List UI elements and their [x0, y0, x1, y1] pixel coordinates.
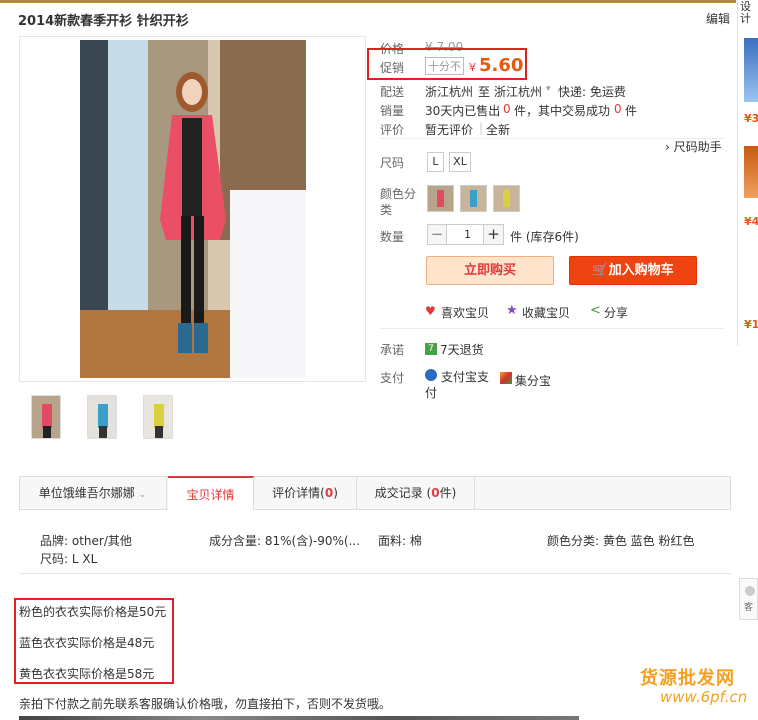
top-color-bar: [0, 0, 736, 3]
size-helper-link[interactable]: › 尺码助手: [665, 138, 722, 155]
attr-sizes: 尺码: L XL: [40, 552, 98, 566]
tab-transactions-unit: 件: [439, 486, 452, 500]
jifenbao-icon: [500, 372, 512, 384]
express-fee: 快递: 免运费: [558, 85, 626, 99]
buy-now-button[interactable]: 立即购买: [426, 256, 554, 285]
attr-colors: 颜色分类: 黄色 蓝色 粉红色: [547, 534, 695, 548]
review-none-link[interactable]: 暂无评价: [425, 121, 473, 138]
tab-reviews[interactable]: 评价详情(0): [254, 476, 357, 510]
tab-shop-name[interactable]: 单位饿维吾尔娜娜 ⌄: [19, 476, 167, 510]
return-policy-link[interactable]: 7天退货: [440, 341, 484, 358]
size-label: 尺码: [380, 156, 405, 170]
sales-sold-count: 0: [503, 102, 511, 116]
watermark-title: 货源批发网: [640, 668, 735, 689]
note-blue-price: 蓝色衣衣实际价格是48元: [19, 636, 155, 650]
attr-material: 面料: 棉: [378, 534, 422, 548]
review-divider: |: [479, 121, 484, 135]
rail-product-image-2[interactable]: [744, 146, 758, 198]
note-yellow-price: 黄色衣衣实际价格是58元: [19, 667, 155, 681]
payment-label: 支付: [380, 371, 405, 385]
stock-info: 件 (库存6件): [510, 230, 579, 244]
rail-price-3: ¥1: [744, 318, 758, 331]
review-label: 评价: [380, 123, 405, 137]
tab-shop-label: 单位饿维吾尔娜娜: [38, 486, 135, 500]
heart-icon: ♥: [425, 304, 436, 318]
like-link[interactable]: 喜欢宝贝: [441, 304, 489, 321]
add-to-cart-button[interactable]: 🛒加入购物车: [569, 256, 697, 285]
shipping-label: 配送: [380, 85, 405, 99]
jifenbao-text[interactable]: 集分宝: [515, 372, 551, 389]
thumbnail-pink[interactable]: [31, 395, 61, 439]
cart-icon: 🛒: [592, 263, 609, 278]
edit-link[interactable]: 编辑: [706, 10, 730, 27]
chevron-down-icon: ⌄: [138, 490, 147, 500]
rail-price-1: ¥3: [744, 112, 758, 125]
rail-price-2: ¥4: [744, 215, 758, 228]
ship-to-word: 至: [478, 85, 491, 99]
thumbnail-yellow[interactable]: [143, 395, 173, 439]
size-helper-label: 尺码助手: [673, 140, 722, 154]
discount-tag: 十分不: [425, 57, 464, 75]
size-option-xl[interactable]: XL: [449, 152, 471, 172]
sales-success-count: 0: [614, 102, 622, 116]
sales-text-c: 件: [625, 104, 638, 118]
currency-symbol: ¥: [469, 61, 476, 74]
alipay-text[interactable]: 支付宝支付: [425, 369, 495, 401]
description-image-strip: [19, 716, 579, 720]
quantity-plus-button[interactable]: +: [483, 224, 504, 245]
ship-to-select[interactable]: 浙江杭州: [494, 83, 542, 100]
note-pink-price: 粉色的衣衣实际价格是50元: [19, 605, 167, 619]
quantity-input[interactable]: 1: [447, 224, 483, 245]
chevron-down-icon: ▾: [546, 84, 551, 94]
review-all-link[interactable]: 全新: [486, 121, 510, 138]
star-icon: ★: [506, 303, 518, 318]
favorite-link[interactable]: 收藏宝贝: [522, 304, 570, 321]
color-option-pink[interactable]: [427, 185, 454, 212]
tab-transactions-count: 0: [431, 486, 440, 500]
tab-item-details[interactable]: 宝贝详情: [168, 476, 254, 510]
page-title: 2014新款春季开衫 针织开衫: [18, 14, 189, 29]
promo-label: 促销: [380, 61, 405, 75]
divider: [380, 328, 725, 329]
rail-top-text: 设计: [740, 0, 751, 25]
color-option-yellow[interactable]: [493, 185, 520, 212]
service-icon: [745, 586, 755, 596]
color-label: 颜色分类: [380, 187, 417, 217]
seven-day-badge-icon: 7: [425, 343, 437, 355]
quantity-label: 数量: [380, 230, 405, 244]
thumbnail-blue[interactable]: [87, 395, 117, 439]
contact-notice: 亲拍下付款之前先联系客服确认价格哦，勿直接拍下，否则不发货哦。: [19, 697, 392, 711]
sales-text-b: 件，其中交易成功: [514, 104, 611, 118]
tab-reviews-count: 0: [324, 486, 334, 500]
rail-product-image-1[interactable]: [744, 38, 758, 102]
sales-text-a: 30天内已售出: [425, 104, 501, 118]
share-icon: <: [590, 303, 601, 318]
tab-transactions-label: 成交记录: [374, 486, 423, 500]
color-option-blue[interactable]: [460, 185, 487, 212]
ship-from: 浙江杭州: [425, 85, 474, 99]
tab-transactions[interactable]: 成交记录 (0件): [357, 476, 475, 510]
service-label: 客: [744, 603, 754, 613]
quantity-minus-button[interactable]: −: [427, 224, 447, 245]
promo-price: 5.60: [479, 55, 524, 76]
attr-brand: 品牌: other/其他: [40, 534, 132, 548]
watermark-url: www.6pf.cn: [660, 688, 748, 706]
customer-service-float-button[interactable]: [739, 578, 758, 620]
add-to-cart-label: 加入购物车: [608, 263, 674, 278]
attr-composition: 成分含量: 81%(含)-90%(...: [209, 534, 361, 548]
sales-label: 销量: [380, 104, 405, 118]
main-product-photo: [80, 40, 306, 378]
promise-label: 承诺: [380, 343, 405, 357]
tab-reviews-label: 评价详情: [272, 486, 321, 500]
size-option-l[interactable]: L: [427, 152, 444, 172]
share-link[interactable]: 分享: [604, 304, 628, 321]
